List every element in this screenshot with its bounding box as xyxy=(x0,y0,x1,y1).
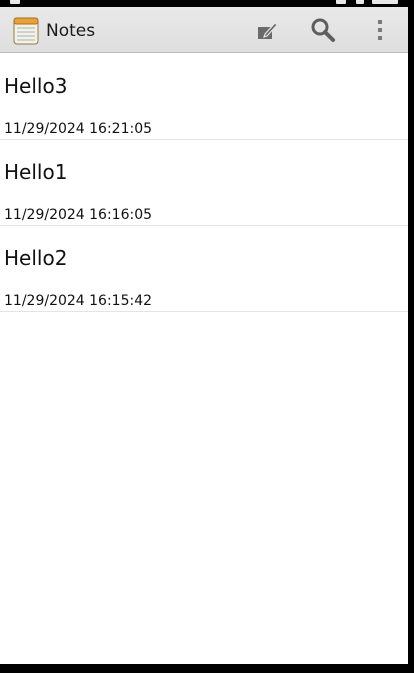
status-bar xyxy=(0,0,414,7)
navigation-bar xyxy=(0,664,414,673)
note-title: Hello1 xyxy=(4,160,68,184)
notepad-icon xyxy=(13,17,39,45)
note-item[interactable]: Hello1 11/29/2024 16:16:05 xyxy=(0,140,408,226)
search-button[interactable] xyxy=(300,7,346,53)
note-title: Hello3 xyxy=(4,74,68,98)
note-date: 11/29/2024 16:15:42 xyxy=(4,293,153,309)
new-note-button[interactable] xyxy=(244,7,290,53)
clock-text xyxy=(372,0,398,4)
note-date: 11/29/2024 16:21:05 xyxy=(4,121,153,137)
notes-list: Hello3 11/29/2024 16:21:05 Hello1 11/29/… xyxy=(0,54,408,312)
screen-edge xyxy=(408,0,414,673)
app-title: Notes xyxy=(46,21,96,41)
overflow-menu-icon xyxy=(378,20,382,40)
note-item[interactable]: Hello2 11/29/2024 16:15:42 xyxy=(0,226,408,312)
action-bar: Notes xyxy=(0,7,408,53)
overflow-menu-button[interactable] xyxy=(360,7,400,53)
note-item[interactable]: Hello3 11/29/2024 16:21:05 xyxy=(0,54,408,140)
search-icon xyxy=(311,18,335,42)
note-title: Hello2 xyxy=(4,246,68,270)
app-screen: Notes Hello3 11/29/2024 16:21:05 Hello1 … xyxy=(0,7,408,664)
notification-icon xyxy=(10,0,20,4)
compose-icon xyxy=(258,22,278,39)
note-date: 11/29/2024 16:16:05 xyxy=(4,207,153,223)
battery-icon xyxy=(356,0,364,4)
signal-icon xyxy=(336,0,346,4)
